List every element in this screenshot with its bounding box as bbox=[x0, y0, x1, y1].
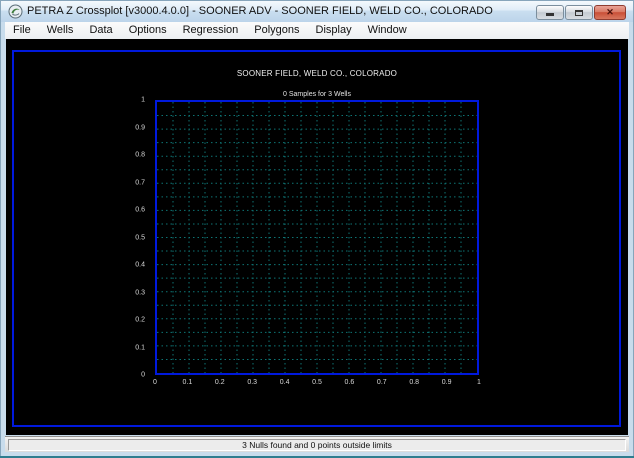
maximize-icon bbox=[575, 10, 583, 16]
app-window: PETRA Z Crossplot [v3000.4.0.0] - SOONER… bbox=[0, 0, 634, 458]
menu-item-window[interactable]: Window bbox=[360, 22, 415, 39]
menu-item-data[interactable]: Data bbox=[81, 22, 120, 39]
window-title: PETRA Z Crossplot [v3000.4.0.0] - SOONER… bbox=[27, 5, 493, 17]
x-tick-label: 0.4 bbox=[279, 379, 290, 386]
x-tick-label: 0.7 bbox=[376, 379, 387, 386]
status-message: 3 Nulls found and 0 points outside limit… bbox=[8, 439, 626, 451]
y-tick-label: 0.4 bbox=[135, 261, 145, 269]
menu-item-display[interactable]: Display bbox=[308, 22, 360, 39]
status-bar: 3 Nulls found and 0 points outside limit… bbox=[5, 436, 629, 452]
minimize-button[interactable] bbox=[536, 5, 564, 20]
menu-item-options[interactable]: Options bbox=[121, 22, 175, 39]
y-tick-label: 0.8 bbox=[135, 151, 145, 159]
x-tick-label: 0.3 bbox=[247, 379, 258, 386]
x-tick-label: 0.9 bbox=[441, 379, 452, 386]
y-tick-label: 0.1 bbox=[135, 344, 145, 351]
close-button[interactable]: ✕ bbox=[594, 5, 626, 20]
x-axis-labels: 0 0.1 0.2 0.3 0.4 0.5 0.6 0.7 0.8 0.9 1 bbox=[153, 379, 481, 389]
y-tick-label: 1 bbox=[141, 96, 145, 104]
app-icon bbox=[8, 4, 23, 19]
y-tick-label: 0 bbox=[141, 371, 145, 379]
x-tick-label: 1 bbox=[477, 379, 481, 386]
menu-bar: File Wells Data Options Regression Polygons Di… bbox=[5, 22, 629, 39]
x-tick-label: 0.1 bbox=[182, 379, 193, 386]
menu-item-file[interactable]: File bbox=[5, 22, 39, 39]
y-tick-label: 0.6 bbox=[135, 206, 145, 214]
x-tick-label: 0.8 bbox=[409, 379, 420, 386]
chart-subtitle: 0 Samples for 3 Wells bbox=[283, 91, 351, 98]
window-controls: ✕ bbox=[536, 5, 626, 20]
plot-grid bbox=[157, 102, 477, 373]
y-axis-labels: 1 0.9 0.8 0.7 0.6 0.5 0.4 0.3 0.2 0.1 0 bbox=[118, 96, 150, 379]
x-tick-label: 0.5 bbox=[312, 379, 322, 386]
menu-item-wells[interactable]: Wells bbox=[39, 22, 82, 39]
chart-client-area: SOONER FIELD, WELD CO., COLORADO 0 Sampl… bbox=[6, 39, 628, 435]
menu-item-regression[interactable]: Regression bbox=[175, 22, 247, 39]
y-tick-label: 0.9 bbox=[135, 124, 145, 131]
close-icon: ✕ bbox=[606, 7, 614, 17]
y-tick-label: 0.7 bbox=[135, 179, 145, 186]
menu-item-polygons[interactable]: Polygons bbox=[246, 22, 307, 39]
y-tick-label: 0.3 bbox=[135, 289, 145, 296]
y-tick-label: 0.2 bbox=[135, 316, 145, 324]
x-tick-label: 0.2 bbox=[214, 379, 225, 386]
title-bar[interactable]: PETRA Z Crossplot [v3000.4.0.0] - SOONER… bbox=[1, 1, 633, 22]
y-tick-label: 0.5 bbox=[135, 234, 145, 241]
x-tick-label: 0 bbox=[153, 379, 157, 386]
x-tick-label: 0.6 bbox=[344, 379, 355, 386]
plot-area[interactable] bbox=[155, 100, 479, 375]
chart-title: SOONER FIELD, WELD CO., COLORADO bbox=[236, 69, 398, 78]
minimize-icon bbox=[546, 13, 554, 16]
maximize-button[interactable] bbox=[565, 5, 593, 20]
